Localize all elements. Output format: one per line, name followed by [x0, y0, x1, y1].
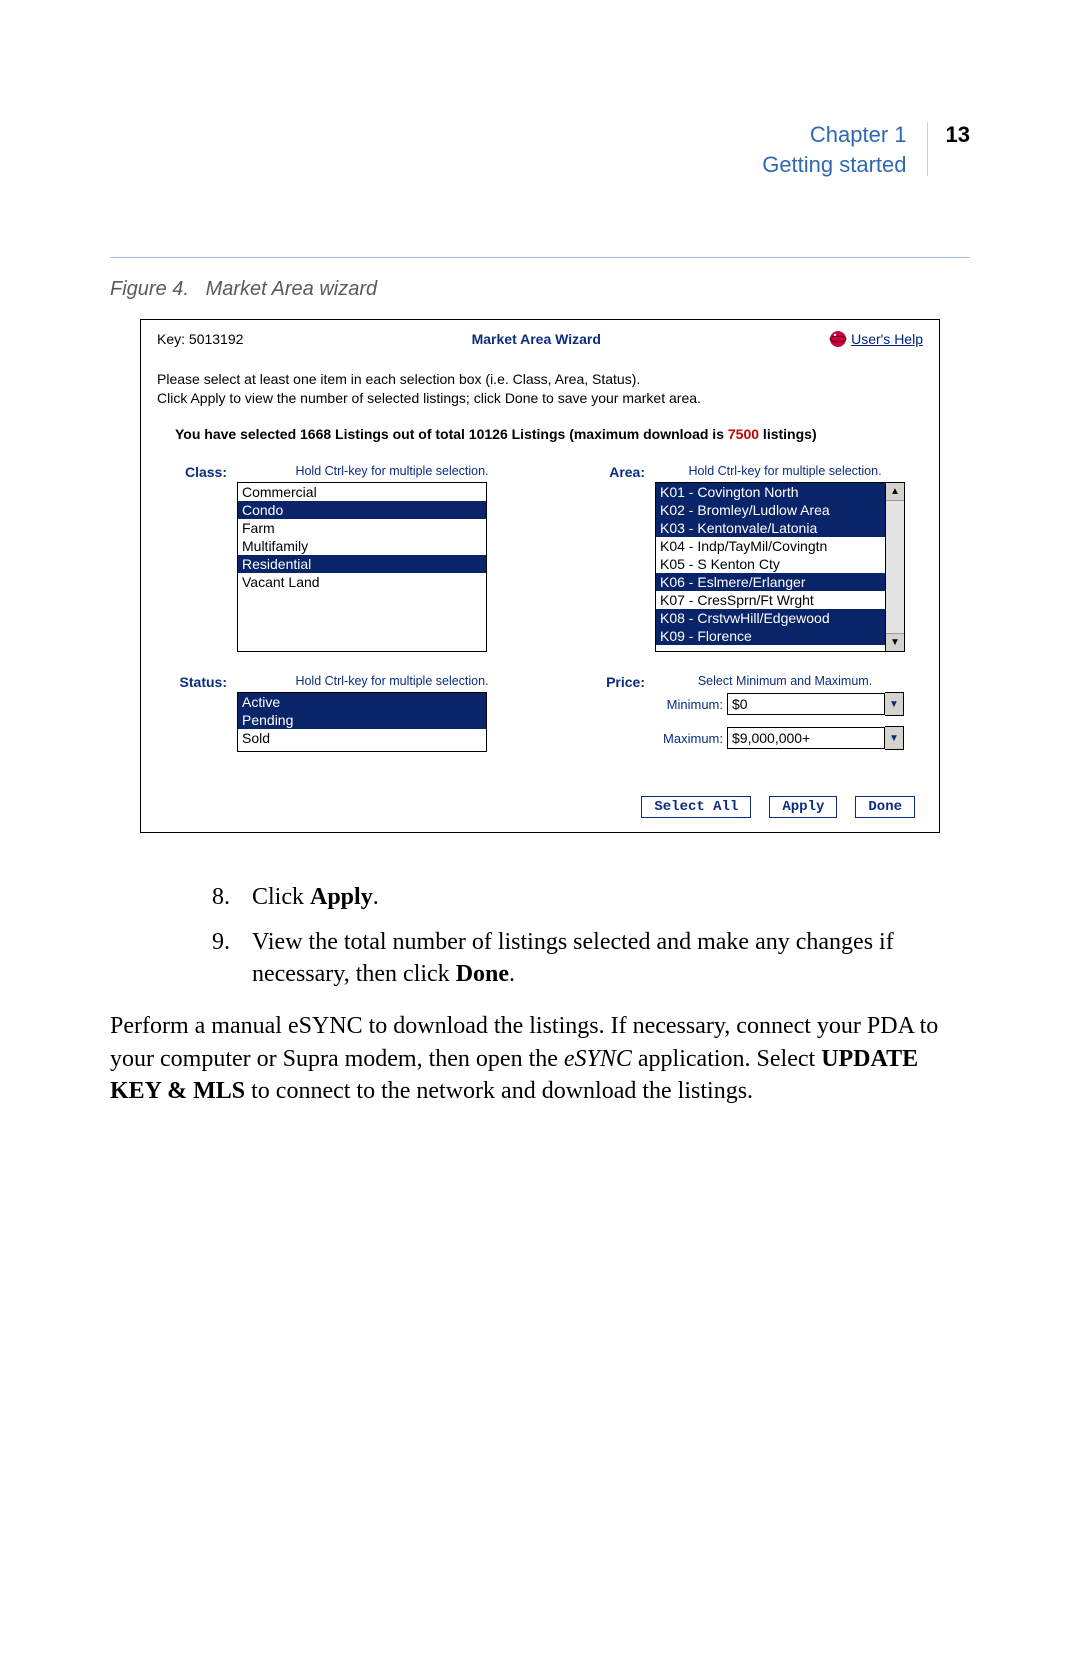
- figure-caption: Figure 4. Market Area wizard: [110, 278, 970, 301]
- class-option[interactable]: Condo: [238, 501, 486, 519]
- class-hint: Hold Ctrl-key for multiple selection.: [237, 464, 547, 482]
- area-option[interactable]: K04 - Indp/TayMil/Covingtn: [656, 537, 885, 555]
- area-hint: Hold Ctrl-key for multiple selection.: [655, 464, 915, 482]
- instruction-line-1: Please select at least one item in each …: [157, 370, 923, 389]
- class-option[interactable]: Farm: [238, 519, 486, 537]
- key-label: Key: 5013192: [157, 331, 243, 347]
- figure-label: Figure 4.: [110, 278, 189, 300]
- price-hint: Select Minimum and Maximum.: [655, 674, 915, 692]
- apply-button[interactable]: Apply: [769, 796, 837, 818]
- area-scrollbar[interactable]: ▲ ▼: [886, 482, 905, 652]
- area-option[interactable]: K01 - Covington North: [656, 483, 885, 501]
- wizard-buttons: Select All Apply Done: [157, 782, 923, 818]
- step-8: 8. Click Apply.: [110, 881, 970, 913]
- wizard-title: Market Area Wizard: [472, 331, 601, 347]
- selection-suffix: listings): [759, 426, 817, 442]
- figure-title: Market Area wizard: [206, 278, 378, 300]
- step-8-number: 8.: [110, 881, 252, 913]
- instruction-line-2: Click Apply to view the number of select…: [157, 389, 923, 408]
- done-button[interactable]: Done: [855, 796, 915, 818]
- body-text: 8. Click Apply. 9. View the total number…: [110, 881, 970, 1107]
- selection-highlight: 7500: [728, 426, 759, 442]
- help-link-area: User's Help: [829, 330, 923, 348]
- price-field: Price: Select Minimum and Maximum. Minim…: [575, 674, 915, 760]
- minimum-dropdown-icon[interactable]: ▼: [885, 692, 904, 716]
- step-9-number: 9.: [110, 926, 252, 991]
- help-icon: [829, 330, 847, 348]
- paragraph: Perform a manual eSYNC to download the l…: [110, 1010, 970, 1107]
- wizard-instructions: Please select at least one item in each …: [157, 348, 923, 408]
- status-option[interactable]: Pending: [238, 711, 486, 729]
- status-hint: Hold Ctrl-key for multiple selection.: [237, 674, 547, 692]
- page: Chapter 1 Getting started 13 Figure 4. M…: [0, 0, 1080, 1669]
- area-option[interactable]: K06 - Eslmere/Erlanger: [656, 573, 885, 591]
- select-all-button[interactable]: Select All: [641, 796, 751, 818]
- selection-prefix: You have selected 1668 Listings out of t…: [175, 426, 728, 442]
- selection-summary: You have selected 1668 Listings out of t…: [157, 408, 923, 442]
- area-option[interactable]: K05 - S Kenton Cty: [656, 555, 885, 573]
- header-rule: [110, 257, 970, 258]
- wizard-left-column: Class: Hold Ctrl-key for multiple select…: [157, 464, 547, 782]
- status-listbox[interactable]: ActivePendingSold: [237, 692, 487, 752]
- class-listbox[interactable]: CommercialCondoFarmMultifamilyResidentia…: [237, 482, 487, 652]
- status-option[interactable]: Active: [238, 693, 486, 711]
- minimum-input[interactable]: [727, 693, 885, 715]
- step-8-text: Click Apply.: [252, 881, 970, 913]
- area-option[interactable]: K03 - Kentonvale/Latonia: [656, 519, 885, 537]
- chapter-heading: Chapter 1 Getting started: [762, 120, 926, 179]
- scroll-down-icon[interactable]: ▼: [886, 633, 904, 651]
- chapter-label: Chapter 1: [762, 120, 906, 150]
- area-field: Area: Hold Ctrl-key for multiple selecti…: [575, 464, 915, 652]
- price-label: Price:: [575, 674, 655, 690]
- class-option[interactable]: Commercial: [238, 483, 486, 501]
- status-label: Status:: [157, 674, 237, 690]
- market-area-wizard: Key: 5013192 Market Area Wizard User's H…: [140, 319, 940, 833]
- maximum-label: Maximum:: [655, 731, 727, 746]
- figure-image: Key: 5013192 Market Area Wizard User's H…: [110, 319, 970, 833]
- scroll-track[interactable]: [886, 501, 904, 633]
- class-label: Class:: [157, 464, 237, 480]
- step-9: 9. View the total number of listings sel…: [110, 926, 970, 991]
- class-option[interactable]: Vacant Land: [238, 573, 486, 591]
- area-option[interactable]: K02 - Bromley/Ludlow Area: [656, 501, 885, 519]
- page-number: 13: [928, 120, 970, 150]
- area-option[interactable]: K08 - CrstvwHill/Edgewood: [656, 609, 885, 627]
- users-help-link[interactable]: User's Help: [851, 331, 923, 347]
- minimum-label: Minimum:: [655, 697, 727, 712]
- page-header: Chapter 1 Getting started 13: [110, 120, 970, 179]
- maximum-input[interactable]: [727, 727, 885, 749]
- area-label: Area:: [575, 464, 655, 480]
- class-field: Class: Hold Ctrl-key for multiple select…: [157, 464, 547, 652]
- class-option[interactable]: Multifamily: [238, 537, 486, 555]
- wizard-columns: Class: Hold Ctrl-key for multiple select…: [157, 442, 923, 782]
- wizard-header: Key: 5013192 Market Area Wizard User's H…: [157, 328, 923, 348]
- area-option[interactable]: K09 - Florence: [656, 627, 885, 645]
- chapter-subtitle: Getting started: [762, 150, 906, 180]
- status-field: Status: Hold Ctrl-key for multiple selec…: [157, 674, 547, 750]
- class-option[interactable]: Residential: [238, 555, 486, 573]
- area-listbox[interactable]: K01 - Covington NorthK02 - Bromley/Ludlo…: [655, 482, 886, 652]
- area-option[interactable]: K07 - CresSprn/Ft Wrght: [656, 591, 885, 609]
- status-option[interactable]: Sold: [238, 729, 486, 747]
- price-minimum-row: Minimum: ▼: [655, 692, 915, 726]
- scroll-up-icon[interactable]: ▲: [886, 483, 904, 501]
- price-maximum-row: Maximum: ▼: [655, 726, 915, 760]
- maximum-dropdown-icon[interactable]: ▼: [885, 726, 904, 750]
- step-9-text: View the total number of listings select…: [252, 926, 970, 991]
- wizard-right-column: Area: Hold Ctrl-key for multiple selecti…: [575, 464, 915, 782]
